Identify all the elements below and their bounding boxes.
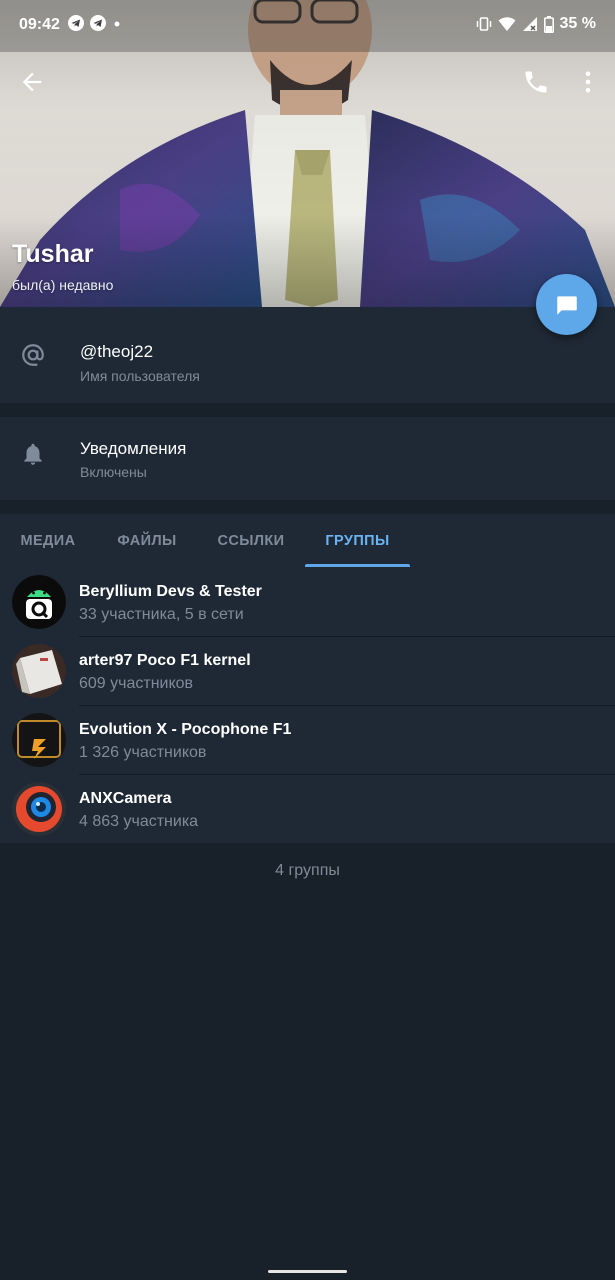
telegram-icon [68, 15, 84, 31]
profile-last-seen: был(а) недавно [12, 277, 114, 293]
group-title: ANXCamera [79, 790, 172, 807]
list-item[interactable]: arter97 Poco F1 kernel 609 участников [0, 637, 615, 706]
list-item[interactable]: Beryllium Devs & Tester 33 участника, 5 … [0, 568, 615, 637]
back-arrow-icon[interactable] [18, 68, 46, 96]
shared-media-tabs: МЕДИА ФАЙЛЫ ССЫЛКИ ГРУППЫ [0, 514, 615, 569]
status-bar: 09:42 35 % [0, 0, 615, 52]
gesture-nav-handle[interactable] [268, 1270, 347, 1273]
tab-links[interactable]: ССЫЛКИ [198, 514, 304, 568]
group-title: arter97 Poco F1 kernel [79, 652, 251, 669]
tab-media[interactable]: МЕДИА [0, 514, 96, 568]
active-tab-indicator [305, 564, 410, 567]
at-sign-icon [22, 344, 44, 366]
tab-groups[interactable]: ГРУППЫ [305, 514, 410, 568]
group-title: Beryllium Devs & Tester [79, 583, 262, 600]
group-members: 33 участника, 5 в сети [79, 606, 244, 623]
profile-name: Tushar [12, 240, 94, 268]
tab-files[interactable]: ФАЙЛЫ [96, 514, 198, 568]
group-avatar [12, 713, 66, 767]
notifications-title: Уведомления [80, 439, 187, 458]
phone-icon[interactable] [522, 68, 550, 96]
status-time: 09:42 [19, 16, 60, 33]
telegram-icon [90, 15, 106, 31]
group-avatar [12, 782, 66, 836]
username-row[interactable]: @theoj22 Имя пользователя [0, 307, 615, 403]
vibrate-icon [476, 17, 491, 31]
message-icon [556, 295, 577, 315]
profile-photo-header[interactable]: 09:42 35 % Tushar был(а) недавно [0, 0, 615, 307]
bell-icon [24, 443, 42, 465]
notifications-status: Включены [80, 464, 147, 480]
battery-icon [543, 15, 554, 33]
wifi-icon [498, 17, 516, 31]
group-members: 1 326 участников [79, 744, 207, 761]
signal-icon [522, 17, 537, 31]
common-groups-list: Beryllium Devs & Tester 33 участника, 5 … [0, 568, 615, 843]
more-vert-icon[interactable] [574, 68, 602, 96]
system-icons: 35 % [476, 15, 596, 33]
group-avatar [12, 644, 66, 698]
group-members: 609 участников [79, 675, 194, 692]
username-label: Имя пользователя [80, 368, 200, 384]
battery-percent: 35 % [559, 15, 596, 32]
list-item[interactable]: Evolution X - Pocophone F1 1 326 участни… [0, 706, 615, 775]
list-item[interactable]: ANXCamera 4 863 участника [0, 775, 615, 844]
group-title: Evolution X - Pocophone F1 [79, 721, 292, 738]
dot-icon [114, 21, 120, 27]
notification-icons [68, 15, 122, 31]
groups-count: 4 группы [275, 862, 340, 879]
group-avatar [12, 575, 66, 629]
notifications-row[interactable]: Уведомления Включены [0, 417, 615, 500]
send-message-button[interactable] [536, 274, 597, 335]
username-value: @theoj22 [80, 342, 154, 361]
group-members: 4 863 участника [79, 813, 199, 830]
